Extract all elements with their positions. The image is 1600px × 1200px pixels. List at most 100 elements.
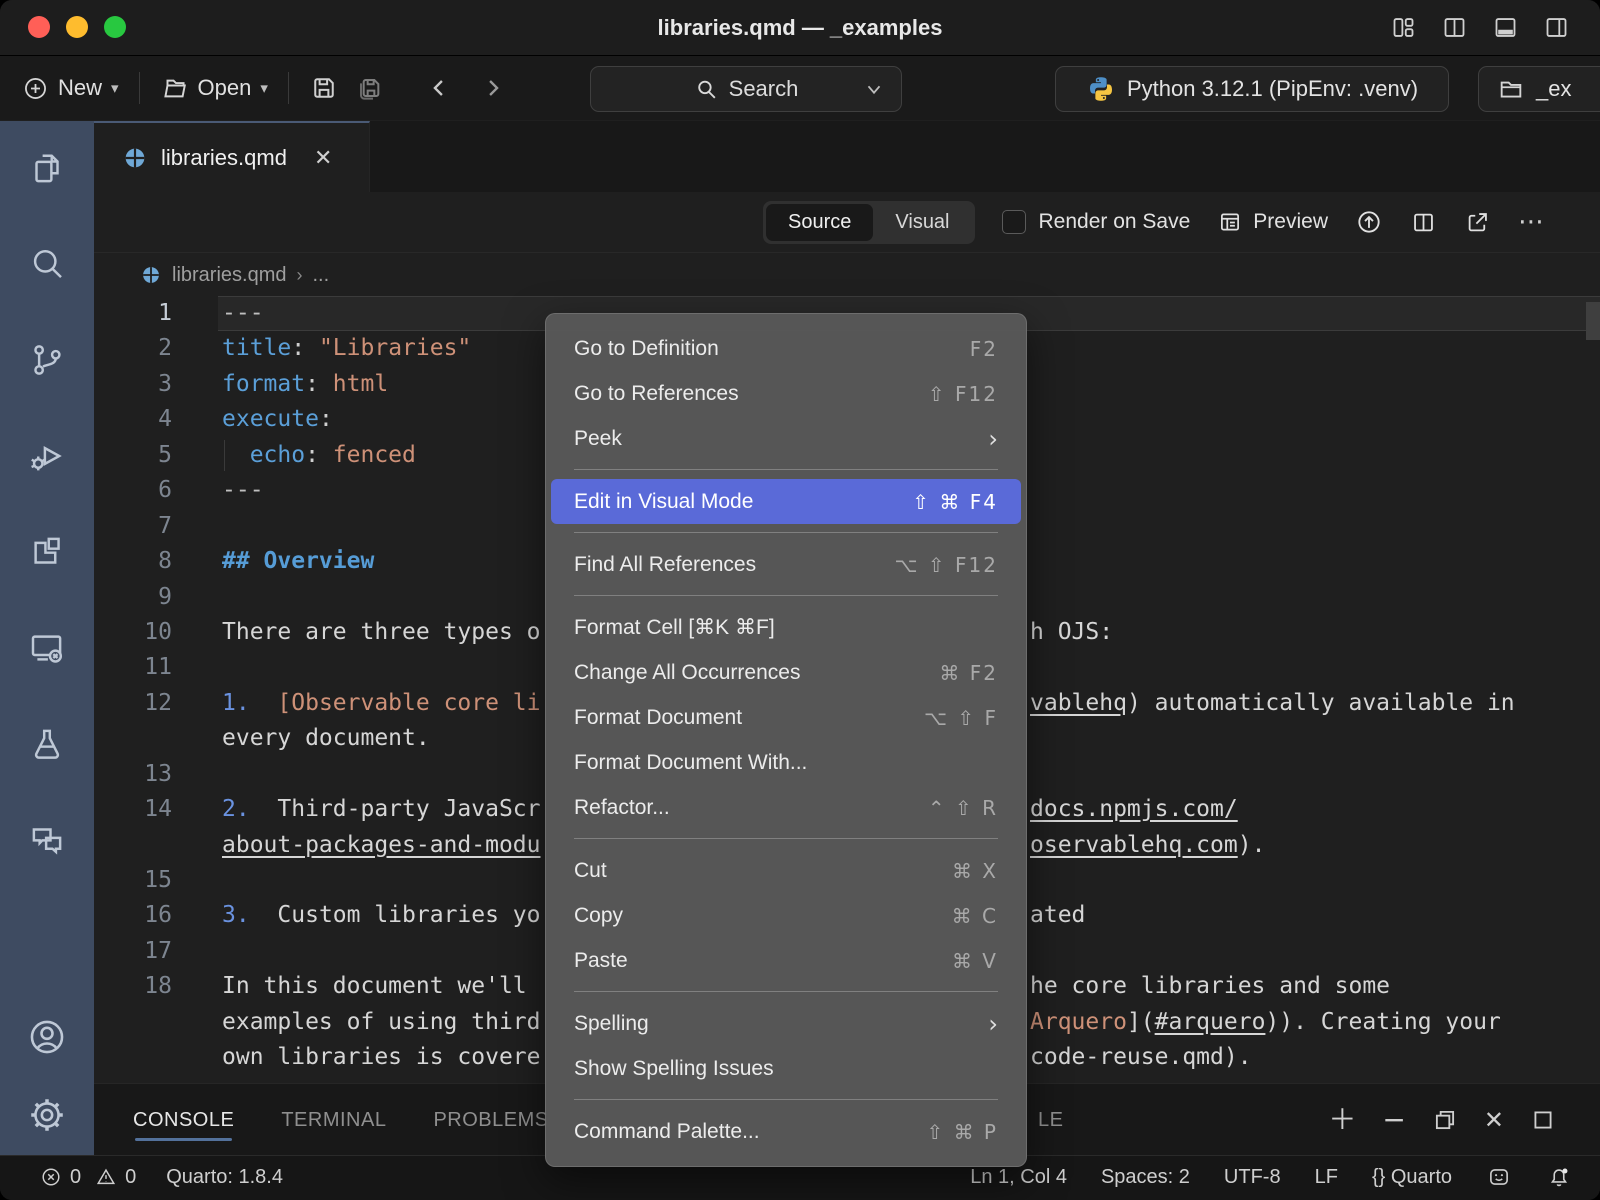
menu-item-cut[interactable]: Cut⌘ X xyxy=(551,848,1021,893)
menu-item-edit-in-visual-mode[interactable]: Edit in Visual Mode⇧ ⌘ F4 xyxy=(551,479,1021,524)
menu-item-go-to-definition[interactable]: Go to DefinitionF2 xyxy=(551,326,1021,371)
code-token: In this document we'll xyxy=(222,973,541,999)
breadcrumb-file[interactable]: libraries.qmd xyxy=(172,264,286,287)
new-button-label: New xyxy=(58,75,102,101)
navigate-back-icon[interactable] xyxy=(425,74,453,102)
code-token: 2. xyxy=(222,796,250,822)
submenu-arrow-icon: › xyxy=(988,425,998,453)
menu-item-go-to-references[interactable]: Go to References⇧ F12 xyxy=(551,371,1021,416)
menu-item-shortcut: ⌘ C xyxy=(952,904,998,928)
panel-restore-icon[interactable] xyxy=(1432,1107,1458,1133)
preview-button[interactable]: Preview xyxy=(1217,209,1328,235)
split-editor-icon[interactable] xyxy=(1410,209,1437,236)
explorer-icon[interactable] xyxy=(26,147,68,189)
menu-item-label: Go to References xyxy=(574,382,928,406)
indentation-status[interactable]: Spaces: 2 xyxy=(1101,1166,1190,1189)
run-debug-icon[interactable] xyxy=(26,435,68,477)
panel-tab-terminal[interactable]: TERMINAL xyxy=(281,1098,386,1142)
panel-tab-problems[interactable]: PROBLEMS xyxy=(433,1098,548,1142)
editor-scrollbar-thumb[interactable] xyxy=(1586,302,1600,340)
panel-tab-partial[interactable]: LE xyxy=(1038,1098,1063,1142)
code-token: docs.npmjs.com/ xyxy=(1030,796,1238,822)
code-token: he core libraries and some xyxy=(1030,973,1390,999)
menu-item-spelling[interactable]: Spelling› xyxy=(551,1001,1021,1046)
testing-icon[interactable] xyxy=(26,723,68,765)
code-token: #arquero xyxy=(1155,1009,1266,1035)
folder-open-icon xyxy=(160,74,189,103)
account-icon[interactable] xyxy=(25,1015,69,1059)
split-editor-layout-icon[interactable] xyxy=(1441,14,1468,41)
menu-item-label: Paste xyxy=(574,949,952,973)
menu-item-show-spelling-issues[interactable]: Show Spelling Issues xyxy=(551,1046,1021,1091)
quarto-file-icon xyxy=(122,145,148,171)
preview-icon xyxy=(1217,209,1243,235)
interpreter-selector[interactable]: Python 3.12.1 (PipEnv: .venv) xyxy=(1055,66,1449,112)
line-number: 9 xyxy=(94,580,172,615)
panel-minimize-icon[interactable]: − xyxy=(1382,1106,1405,1134)
menu-item-peek[interactable]: Peek› xyxy=(551,416,1021,461)
code-fragment: docs.npmjs.com/ xyxy=(1030,792,1238,827)
menu-item-refactor[interactable]: Refactor...⌃ ⇧ R xyxy=(551,785,1021,830)
menu-item-paste[interactable]: Paste⌘ V xyxy=(551,938,1021,983)
breadcrumb[interactable]: libraries.qmd › ... xyxy=(94,252,1600,297)
menu-item-format-cell-k-f[interactable]: Format Cell [⌘K ⌘F] xyxy=(551,605,1021,650)
panel-tab-console[interactable]: CONSOLE xyxy=(133,1098,234,1142)
menu-item-shortcut: ⌥ ⇧ F12 xyxy=(895,553,998,577)
quarto-version-status[interactable]: Quarto: 1.8.4 xyxy=(166,1166,283,1189)
chevron-down-icon[interactable] xyxy=(863,81,885,99)
toggle-panel-icon[interactable] xyxy=(1492,14,1519,41)
feedback-smiley-icon[interactable] xyxy=(1486,1164,1512,1190)
cursor-position-status[interactable]: Ln 1, Col 4 xyxy=(970,1166,1067,1189)
menu-item-change-all-occurrences[interactable]: Change All Occurrences⌘ F2 xyxy=(551,650,1021,695)
problems-status[interactable]: 0 0 xyxy=(40,1166,136,1189)
panel-maximize-icon[interactable] xyxy=(1530,1107,1556,1133)
source-mode-button[interactable]: Source xyxy=(766,204,873,241)
code-token: )). Creating your xyxy=(1265,1009,1500,1035)
settings-gear-icon[interactable] xyxy=(25,1093,69,1137)
notifications-bell-icon[interactable] xyxy=(1546,1164,1572,1190)
breadcrumb-more[interactable]: ... xyxy=(312,264,329,287)
code-fragment: examples of using third xyxy=(222,1005,541,1040)
code-token: html xyxy=(333,371,388,397)
render-on-save-checkbox[interactable] xyxy=(1002,210,1026,234)
save-icon[interactable] xyxy=(309,73,339,103)
code-token: 3. xyxy=(222,902,250,928)
tab-libraries-qmd[interactable]: libraries.qmd ✕ xyxy=(94,121,370,192)
new-button[interactable]: New ▾ xyxy=(22,75,119,102)
language-mode-status[interactable]: {} Quarto xyxy=(1372,1166,1452,1189)
eol-status[interactable]: LF xyxy=(1315,1166,1338,1189)
extensions-icon[interactable] xyxy=(26,531,68,573)
menu-item-find-all-references[interactable]: Find All References⌥ ⇧ F12 xyxy=(551,542,1021,587)
search-input[interactable]: Search xyxy=(590,66,902,112)
menu-item-copy[interactable]: Copy⌘ C xyxy=(551,893,1021,938)
code-token: format xyxy=(222,371,305,397)
close-tab-icon[interactable]: ✕ xyxy=(314,145,332,171)
search-sidebar-icon[interactable] xyxy=(26,243,68,285)
open-in-new-window-icon[interactable] xyxy=(1464,209,1491,236)
menu-item-command-palette[interactable]: Command Palette...⇧ ⌘ P xyxy=(551,1109,1021,1154)
encoding-status[interactable]: UTF-8 xyxy=(1224,1166,1281,1189)
menu-item-label: Change All Occurrences xyxy=(574,661,939,685)
visual-mode-button[interactable]: Visual xyxy=(873,204,971,241)
render-publish-icon[interactable] xyxy=(1355,208,1383,236)
toggle-secondary-sidebar-icon[interactable] xyxy=(1543,14,1570,41)
save-all-icon[interactable] xyxy=(353,72,385,104)
code-fragment: every document. xyxy=(222,721,430,756)
menu-item-format-document[interactable]: Format Document⌥ ⇧ F xyxy=(551,695,1021,740)
chevron-down-icon: ▾ xyxy=(111,79,119,97)
navigate-forward-icon[interactable] xyxy=(479,74,507,102)
panel-close-icon[interactable]: ✕ xyxy=(1484,1106,1504,1134)
source-control-icon[interactable] xyxy=(26,339,68,381)
remote-explorer-icon[interactable] xyxy=(26,627,68,669)
comments-icon[interactable] xyxy=(26,819,68,861)
menu-item-format-document-with[interactable]: Format Document With... xyxy=(551,740,1021,785)
code-fragment: There are three types o xyxy=(222,615,541,650)
workspace-selector[interactable]: _ex xyxy=(1478,66,1600,112)
line-number: 6 xyxy=(94,473,172,508)
interpreter-label: Python 3.12.1 (PipEnv: .venv) xyxy=(1127,76,1418,102)
menu-separator xyxy=(546,1091,1026,1109)
panel-add-icon[interactable]: ＋ xyxy=(1328,1106,1356,1134)
open-button[interactable]: Open ▾ xyxy=(160,74,268,103)
customize-layout-icon[interactable] xyxy=(1390,14,1417,41)
more-actions-icon[interactable]: ⋯ xyxy=(1518,212,1544,232)
